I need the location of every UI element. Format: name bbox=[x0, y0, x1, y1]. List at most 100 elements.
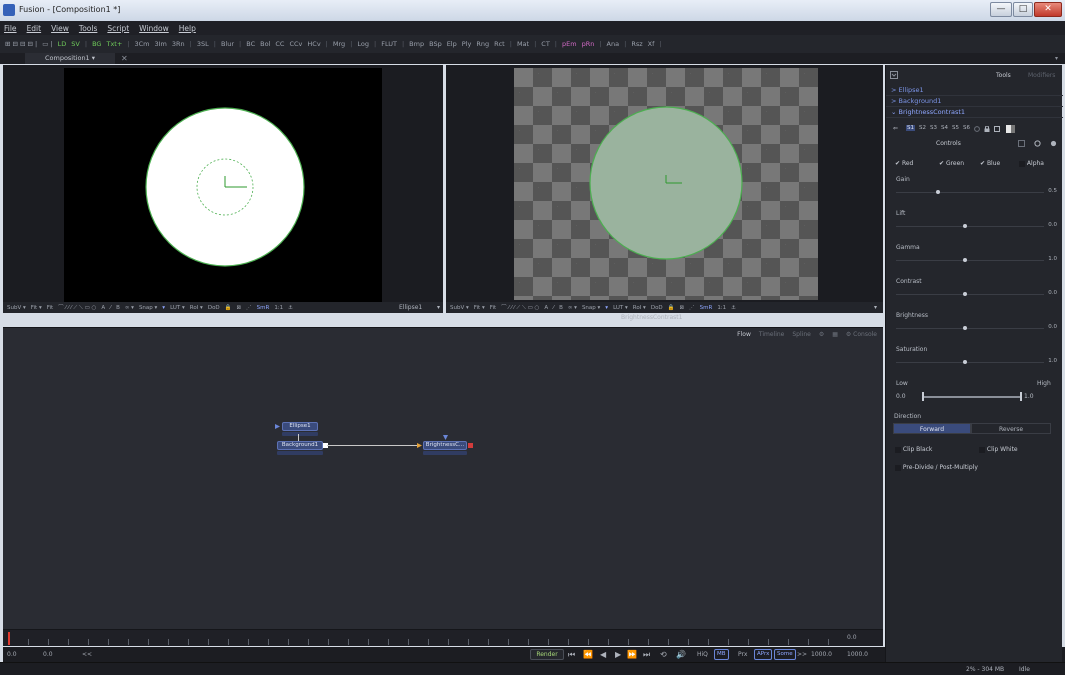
right-viewer-tool-6[interactable]: B bbox=[559, 305, 563, 311]
blue-checkbox[interactable]: ✔ Blue bbox=[980, 160, 1000, 167]
some-toggle[interactable]: Some bbox=[774, 649, 796, 660]
tab-dropdown-icon[interactable]: ▾ bbox=[1055, 53, 1058, 64]
slider-knob-gain[interactable] bbox=[936, 190, 940, 194]
toolbar-button-bol[interactable]: Bol bbox=[260, 40, 270, 48]
toolbar-button-ct[interactable]: CT bbox=[541, 40, 550, 48]
menu-script[interactable]: Script bbox=[107, 24, 129, 33]
range-end-marker[interactable]: >> bbox=[797, 651, 807, 658]
right-viewer-tool-16[interactable]: SmR bbox=[700, 305, 713, 311]
left-viewer-canvas[interactable] bbox=[64, 68, 382, 309]
toolbar-button-rct[interactable]: Rct bbox=[494, 40, 505, 48]
slider-knob-gamma[interactable] bbox=[963, 258, 967, 262]
right-viewer-tool-1[interactable]: Fit ▾ bbox=[474, 305, 485, 311]
slider-track-brightness[interactable] bbox=[896, 328, 1044, 329]
param-value-saturation[interactable]: 1.0 bbox=[1037, 358, 1057, 366]
toolbar-button-mat[interactable]: Mat bbox=[517, 40, 529, 48]
script-icon[interactable] bbox=[1050, 140, 1057, 147]
menu-edit[interactable]: Edit bbox=[27, 24, 42, 33]
range-start-marker[interactable]: << bbox=[82, 651, 92, 658]
inspector-tool-item[interactable]: > Background1 bbox=[886, 96, 1063, 107]
toolbar-button-sv[interactable]: SV bbox=[71, 40, 80, 48]
right-viewer-canvas[interactable] bbox=[514, 68, 818, 300]
render-button[interactable]: Render bbox=[530, 649, 564, 660]
brightness-output-port-icon[interactable] bbox=[468, 443, 473, 448]
reset-icon[interactable] bbox=[974, 126, 980, 132]
step-back-icon[interactable]: ⏪ bbox=[583, 650, 593, 659]
flow-tab-3[interactable]: ⚙ bbox=[819, 331, 824, 338]
tab-modifiers[interactable]: Modifiers bbox=[1028, 72, 1055, 79]
param-value-brightness[interactable]: 0.0 bbox=[1037, 324, 1057, 332]
tab-composition1[interactable]: Composition1 ▾ bbox=[25, 53, 115, 64]
loop-icon[interactable]: ⟲ bbox=[660, 650, 667, 659]
slider-track-saturation[interactable] bbox=[896, 362, 1044, 363]
toolbar-button-ply[interactable]: Ply bbox=[462, 40, 472, 48]
slider-knob-saturation[interactable] bbox=[963, 360, 967, 364]
left-viewer-tool-3[interactable]: ⌒ ⁄ ⁄ ⁄ ⟋ ⟍ ▭ ○ bbox=[58, 303, 96, 312]
green-checkbox[interactable]: ✔ Green bbox=[939, 160, 964, 167]
right-viewer-tool-9[interactable]: ▾ bbox=[605, 305, 608, 311]
go-to-start-icon[interactable]: ⏮ bbox=[568, 650, 575, 660]
toolbar-button-cc[interactable]: CC bbox=[275, 40, 284, 48]
toolbar-button-bsp[interactable]: BSp bbox=[429, 40, 442, 48]
toolbar-button-elp[interactable]: Elp bbox=[447, 40, 457, 48]
right-viewer-tool-18[interactable]: ⚓ bbox=[731, 305, 736, 311]
red-checkbox[interactable]: ✔ Red bbox=[895, 160, 913, 167]
left-viewer-tool-13[interactable]: 🔒 bbox=[225, 305, 232, 311]
flow-tab-0[interactable]: Flow bbox=[737, 331, 751, 338]
toolbar-button-ccv[interactable]: CCv bbox=[289, 40, 302, 48]
left-viewer-tool-4[interactable]: A bbox=[101, 305, 105, 311]
left-viewer-tool-9[interactable]: ▾ bbox=[162, 305, 165, 311]
menu-view[interactable]: View bbox=[51, 24, 69, 33]
brightness-mask-port-icon[interactable] bbox=[443, 435, 448, 440]
slot-s6[interactable]: S6 bbox=[963, 125, 970, 131]
aprx-toggle[interactable]: APrx bbox=[754, 649, 773, 660]
close-button[interactable]: ✕ bbox=[1034, 2, 1062, 17]
left-viewer-tool-10[interactable]: LUT ▾ bbox=[170, 305, 185, 311]
toolbar-button-3sl[interactable]: 3SL bbox=[197, 40, 209, 48]
step-forward-icon[interactable]: ⏩ bbox=[627, 650, 637, 659]
flow-tab-5[interactable]: ⚙ Console bbox=[846, 331, 877, 338]
toolbar-button-bc[interactable]: BC bbox=[246, 40, 255, 48]
flow-tab-1[interactable]: Timeline bbox=[759, 331, 785, 338]
toolbar-button-bmp[interactable]: Bmp bbox=[409, 40, 424, 48]
low-value[interactable]: 0.0 bbox=[896, 393, 906, 400]
flow-tab-4[interactable]: ▦ bbox=[832, 331, 838, 338]
menu-window[interactable]: Window bbox=[139, 24, 169, 33]
toolbar-button-rng[interactable]: Rng bbox=[476, 40, 489, 48]
direction-reverse-button[interactable]: Reverse bbox=[971, 423, 1051, 434]
toolbar-button-mrg[interactable]: Mrg bbox=[333, 40, 345, 48]
right-viewer-tool-2[interactable]: Fit bbox=[490, 305, 496, 311]
right-viewer-tool-17[interactable]: 1:1 bbox=[717, 305, 726, 311]
clip-black-checkbox[interactable]: Clip Black bbox=[895, 446, 932, 453]
ellipse-input-port-icon[interactable] bbox=[275, 424, 280, 429]
settings-gear-icon[interactable] bbox=[1034, 140, 1041, 147]
toolbar-button-ld[interactable]: LD bbox=[58, 40, 67, 48]
tab-controls[interactable]: Controls bbox=[936, 140, 961, 147]
right-viewer-tool-3[interactable]: ⌒ ⁄ ⁄ ⁄ ⟋ ⟍ ▭ ○ bbox=[501, 303, 539, 312]
right-viewer-tool-4[interactable]: A bbox=[544, 305, 548, 311]
maximize-button[interactable]: □ bbox=[1013, 2, 1033, 17]
tab-tools[interactable]: Tools bbox=[996, 72, 1011, 79]
left-viewer-tool-1[interactable]: Fit ▾ bbox=[31, 305, 42, 311]
left-viewer-tool-7[interactable]: ∞ ▾ bbox=[125, 305, 134, 311]
slider-track-gain[interactable] bbox=[896, 192, 1044, 193]
toolbar-button-rsz[interactable]: Rsz bbox=[631, 40, 642, 48]
right-viewer-tool-0[interactable]: SubV ▾ bbox=[450, 305, 469, 311]
left-viewer-tool-11[interactable]: RoI ▾ bbox=[190, 305, 203, 311]
toolbar-button-3cm[interactable]: 3Cm bbox=[134, 40, 149, 48]
left-viewer-tool-8[interactable]: Snap ▾ bbox=[139, 305, 157, 311]
render-start-field[interactable]: 0.0 bbox=[43, 651, 53, 658]
right-viewer-tool-11[interactable]: RoI ▾ bbox=[633, 305, 646, 311]
left-viewer-tool-0[interactable]: SubV ▾ bbox=[7, 305, 26, 311]
right-viewer-tool-15[interactable]: ⋰ bbox=[689, 305, 695, 311]
left-viewer-tool-6[interactable]: B bbox=[116, 305, 120, 311]
param-value-lift[interactable]: 0.0 bbox=[1037, 222, 1057, 230]
toolbar-button-xf[interactable]: Xf bbox=[648, 40, 655, 48]
global-start-field[interactable]: 0.0 bbox=[7, 651, 17, 658]
slot-s4[interactable]: S4 bbox=[941, 125, 948, 131]
play-icon[interactable]: ▶ bbox=[615, 650, 621, 659]
time-ruler[interactable]: 0.0 bbox=[3, 629, 883, 646]
link-background-to-brightness[interactable] bbox=[327, 445, 421, 446]
lock-icon[interactable] bbox=[984, 126, 990, 132]
right-viewer-tool-12[interactable]: DoD bbox=[651, 305, 663, 311]
